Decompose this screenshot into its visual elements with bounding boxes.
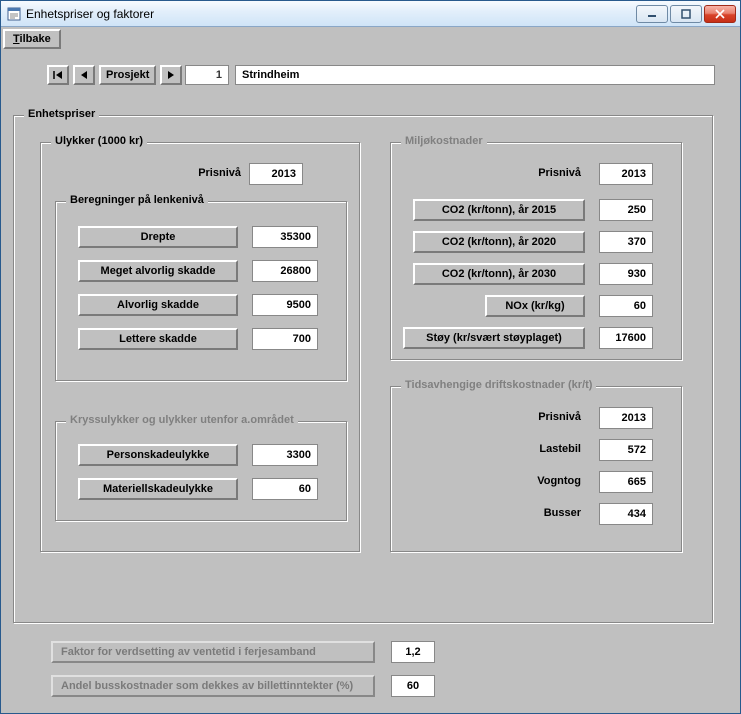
co2-2020-button[interactable]: CO2 (kr/tonn), år 2020 xyxy=(413,231,585,253)
drift-prisniva-label: Prisnivå xyxy=(491,411,581,423)
co2-2020-value[interactable]: 370 xyxy=(599,231,653,253)
alvorlig-value[interactable]: 9500 xyxy=(252,294,318,316)
meget-value[interactable]: 26800 xyxy=(252,260,318,282)
kryssulykker-legend: Kryssulykker og ulykker utenfor a.område… xyxy=(66,414,298,426)
busser-label: Busser xyxy=(491,507,581,519)
prosjekt-label[interactable]: Prosjekt xyxy=(99,65,156,85)
faktor-ventetid-value[interactable]: 1,2 xyxy=(391,641,435,663)
lettere-value[interactable]: 700 xyxy=(252,328,318,350)
vogntog-label: Vogntog xyxy=(491,475,581,487)
alvorlig-button[interactable]: Alvorlig skadde xyxy=(78,294,238,316)
minimize-button[interactable] xyxy=(636,5,668,23)
lastebil-label: Lastebil xyxy=(491,443,581,455)
andel-busskostnader-value[interactable]: 60 xyxy=(391,675,435,697)
andel-busskostnader-button[interactable]: Andel busskostnader som dekkes av billet… xyxy=(51,675,375,697)
titlebar[interactable]: Enhetspriser og faktorer xyxy=(1,1,740,27)
kryssulykker-group: Kryssulykker og ulykker utenfor a.område… xyxy=(55,421,347,521)
back-button[interactable]: Tilbake xyxy=(3,29,61,49)
beregninger-legend: Beregninger på lenkenivå xyxy=(66,194,208,206)
meget-button[interactable]: Meget alvorlig skadde xyxy=(78,260,238,282)
project-name[interactable]: Strindheim xyxy=(235,65,715,85)
nav-prev-button[interactable] xyxy=(73,65,95,85)
personskade-value[interactable]: 3300 xyxy=(252,444,318,466)
stoy-button[interactable]: Støy (kr/svært støyplaget) xyxy=(403,327,585,349)
beregninger-group: Beregninger på lenkenivå Drepte 35300 Me… xyxy=(55,201,347,381)
project-number[interactable]: 1 xyxy=(185,65,229,85)
nav-next-button[interactable] xyxy=(160,65,182,85)
lastebil-value[interactable]: 572 xyxy=(599,439,653,461)
drift-prisniva-value[interactable]: 2013 xyxy=(599,407,653,429)
miljo-prisniva-label: Prisnivå xyxy=(491,167,581,179)
co2-2015-button[interactable]: CO2 (kr/tonn), år 2015 xyxy=(413,199,585,221)
enhetspriser-group: Enhetspriser Ulykker (1000 kr) Prisnivå … xyxy=(13,115,713,623)
window: Enhetspriser og faktorer Tilbake xyxy=(0,0,741,714)
nox-value[interactable]: 60 xyxy=(599,295,653,317)
nav-first-button[interactable] xyxy=(47,65,69,85)
form-icon xyxy=(7,7,21,21)
miljokostnader-legend: Miljøkostnader xyxy=(401,135,487,147)
close-button[interactable] xyxy=(704,5,736,23)
co2-2015-value[interactable]: 250 xyxy=(599,199,653,221)
maximize-button[interactable] xyxy=(670,5,702,23)
ulykker-group: Ulykker (1000 kr) Prisnivå 2013 Beregnin… xyxy=(40,142,360,552)
drepte-value[interactable]: 35300 xyxy=(252,226,318,248)
window-controls xyxy=(636,5,736,23)
client-area: Prosjekt 1 Strindheim Enhetspriser Ulykk… xyxy=(1,51,740,713)
materiellskade-value[interactable]: 60 xyxy=(252,478,318,500)
drepte-button[interactable]: Drepte xyxy=(78,226,238,248)
driftskostnader-group: Tidsavhengige driftskostnader (kr/t) Pri… xyxy=(390,386,682,552)
materiellskade-button[interactable]: Materiellskadeulykke xyxy=(78,478,238,500)
driftskostnader-legend: Tidsavhengige driftskostnader (kr/t) xyxy=(401,379,596,391)
miljokostnader-group: Miljøkostnader Prisnivå 2013 CO2 (kr/ton… xyxy=(390,142,682,360)
ulykker-prisniva-label: Prisnivå xyxy=(151,167,241,179)
stoy-value[interactable]: 17600 xyxy=(599,327,653,349)
co2-2030-value[interactable]: 930 xyxy=(599,263,653,285)
co2-2030-button[interactable]: CO2 (kr/tonn), år 2030 xyxy=(413,263,585,285)
window-title: Enhetspriser og faktorer xyxy=(26,7,636,21)
menubar: Tilbake xyxy=(1,27,740,51)
miljo-prisniva-value[interactable]: 2013 xyxy=(599,163,653,185)
enhetspriser-legend: Enhetspriser xyxy=(24,108,99,120)
personskade-button[interactable]: Personskadeulykke xyxy=(78,444,238,466)
busser-value[interactable]: 434 xyxy=(599,503,653,525)
faktor-ventetid-button[interactable]: Faktor for verdsetting av ventetid i fer… xyxy=(51,641,375,663)
lettere-button[interactable]: Lettere skadde xyxy=(78,328,238,350)
ulykker-legend: Ulykker (1000 kr) xyxy=(51,135,147,147)
vogntog-value[interactable]: 665 xyxy=(599,471,653,493)
nox-button[interactable]: NOx (kr/kg) xyxy=(485,295,585,317)
ulykker-prisniva-value[interactable]: 2013 xyxy=(249,163,303,185)
